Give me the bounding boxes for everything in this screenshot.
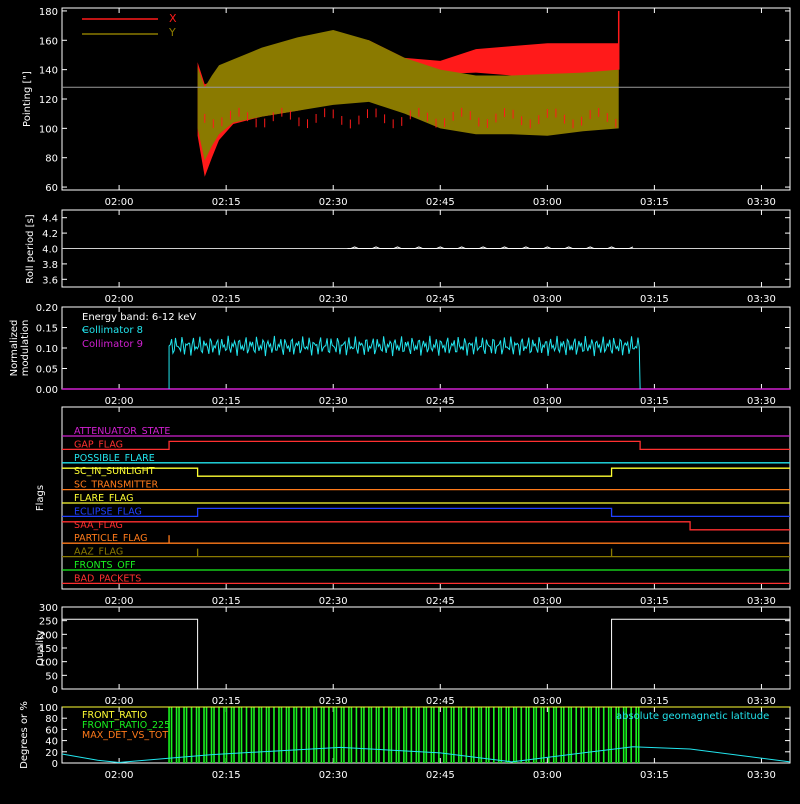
figure-svg: 02:00 02:15 02:30 02:45 03:00 03:15 03:3060801…: [0, 0, 800, 800]
front-ratio-xtick-label: 02:45: [426, 770, 455, 781]
pointing-xtick-label: 03:00: [533, 197, 562, 208]
pointing-ytick-label: 100: [39, 124, 58, 135]
pointing-ytick-label: 140: [39, 66, 58, 77]
front-ratio-legend-latitude: absolute geomagnetic latitude: [616, 711, 769, 722]
modulation-ylabel-1: Normalized: [9, 320, 20, 377]
modulation-ytick-label: 0.10: [36, 344, 58, 355]
modulation-ytick-label: 0.05: [36, 365, 58, 376]
roll-period-ytick-label: 3.6: [42, 275, 58, 286]
roll-period-xtick-label: 02:15: [212, 294, 241, 305]
front-ratio-ytick-label: 20: [45, 748, 58, 759]
flags-xtick-label: 03:00: [533, 596, 562, 607]
flags-xtick-label: 03:30: [747, 596, 776, 607]
flags-xtick-label: 03:15: [640, 596, 669, 607]
quality-xtick-label: 03:00: [533, 696, 562, 707]
pointing-xtick-label: 02:45: [426, 197, 455, 208]
quality-xtick-label: 02:45: [426, 696, 455, 707]
pointing-xtick-label: 02:30: [319, 197, 348, 208]
flags-xtick-label: 02:15: [212, 596, 241, 607]
flags-ylabel: Flags: [35, 485, 46, 511]
flags-xtick-label: 02:30: [319, 596, 348, 607]
quality-ylabel: Quality: [35, 630, 46, 666]
quality-ytick-label: 250: [39, 617, 58, 628]
front-ratio-ytick-label: 60: [45, 725, 58, 736]
pointing-ytick-label: 80: [45, 154, 58, 165]
modulation-xtick-label: 03:00: [533, 396, 562, 407]
roll-period-xtick-label: 03:00: [533, 294, 562, 305]
front-ratio-xtick-label: 03:30: [747, 770, 776, 781]
front-ratio-xtick-label: 03:15: [640, 770, 669, 781]
roll-period-xtick-label: 02:30: [319, 294, 348, 305]
pointing-xtick-label: 03:15: [640, 197, 669, 208]
pointing-xtick-label: 02:00: [105, 197, 134, 208]
pointing-ylabel: Pointing ["]: [22, 71, 33, 127]
front-ratio-ytick-label: 0: [52, 759, 58, 770]
pointing-ytick-label: 180: [39, 7, 58, 18]
front-ratio-legend-3: MAX_DET_VS_TOT: [82, 730, 168, 741]
pointing-ytick-label: 120: [39, 95, 58, 106]
front-ratio-ylabel: Degrees or %: [19, 701, 30, 769]
roll-period-ylabel: Roll period [s]: [25, 214, 36, 283]
flags-xtick-label: 02:45: [426, 596, 455, 607]
quality-xtick-label: 03:30: [747, 696, 776, 707]
pointing-ytick-label: 160: [39, 36, 58, 47]
pointing-legend-y: Y: [168, 26, 176, 39]
modulation-ylabel-2: modulation: [20, 320, 31, 377]
roll-period-ytick-label: 4.2: [42, 229, 58, 240]
front-ratio-xtick-label: 03:00: [533, 770, 562, 781]
roll-period-ytick-label: 4.4: [42, 214, 58, 225]
roll-period-xtick-label: 02:45: [426, 294, 455, 305]
pointing-xtick-label: 02:15: [212, 197, 241, 208]
quality-xtick-label: 02:15: [212, 696, 241, 707]
pointing-legend-x: X: [169, 12, 177, 25]
quality-ytick-label: 0: [52, 685, 58, 696]
front-ratio-xtick-label: 02:30: [319, 770, 348, 781]
modulation-ytick-label: 0.20: [36, 303, 58, 314]
front-ratio-xtick-label: 02:15: [212, 770, 241, 781]
modulation-legend-c9: Collimator 9: [82, 339, 143, 350]
roll-period-ytick-label: 4.0: [42, 245, 58, 256]
quality-ytick-label: 50: [45, 671, 58, 682]
pointing-xtick-label: 03:30: [747, 197, 776, 208]
front-ratio-ytick-label: 80: [45, 714, 58, 725]
front-ratio-xtick-label: 02:00: [105, 770, 134, 781]
modulation-xtick-label: 02:30: [319, 396, 348, 407]
quality-xtick-label: 03:15: [640, 696, 669, 707]
modulation-xtick-label: 02:15: [212, 396, 241, 407]
quality-xtick-label: 02:30: [319, 696, 348, 707]
hessi-observing-summary-figure: 02:00 02:15 02:30 02:45 03:00 03:15 03:30 60 80 1…: [0, 0, 800, 800]
flags-xtick-label: 02:00: [105, 596, 134, 607]
quality-xtick-label: 02:00: [105, 696, 134, 707]
roll-period-xtick-label: 03:30: [747, 294, 776, 305]
roll-period-xtick-label: 02:00: [105, 294, 134, 305]
modulation-xtick-label: 02:45: [426, 396, 455, 407]
front-ratio-ytick-label: 100: [39, 703, 58, 714]
front-ratio-ytick-label: 40: [45, 737, 58, 748]
modulation-ytick-label: 0.15: [36, 324, 58, 335]
modulation-xtick-label: 03:15: [640, 396, 669, 407]
quality-ytick-label: 300: [39, 603, 58, 614]
modulation-legend-c8: Collimator 8: [82, 325, 143, 336]
modulation-annotation: Energy band: 6-12 keV: [82, 312, 196, 323]
pointing-ytick-label: 60: [45, 183, 58, 194]
modulation-ytick-label: 0.00: [36, 385, 58, 396]
modulation-xtick-label: 02:00: [105, 396, 134, 407]
roll-period-xtick-label: 03:15: [640, 294, 669, 305]
modulation-xtick-label: 03:30: [747, 396, 776, 407]
roll-period-ytick-label: 3.8: [42, 260, 58, 271]
